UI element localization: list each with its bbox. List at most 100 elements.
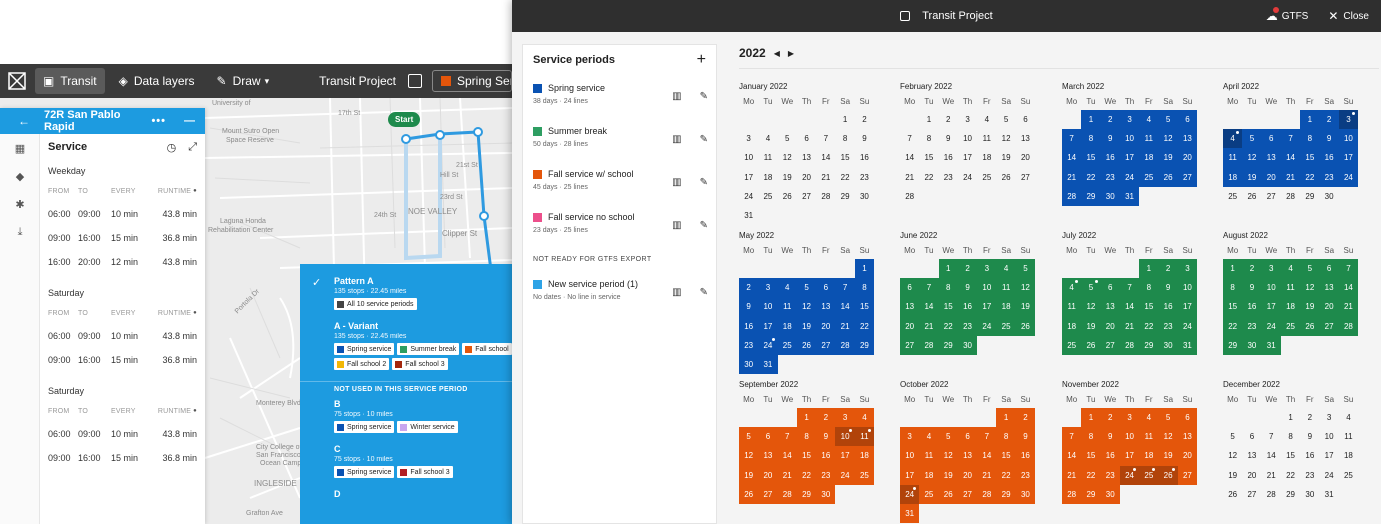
day-cell[interactable]: 1 bbox=[938, 259, 958, 279]
day-cell[interactable]: 18 bbox=[1062, 316, 1082, 336]
prev-year-icon[interactable]: ◀ bbox=[774, 49, 780, 58]
day-cell[interactable]: 17 bbox=[977, 297, 997, 317]
day-cell[interactable]: 22 bbox=[854, 316, 875, 336]
day-cell[interactable]: 16 bbox=[1100, 446, 1120, 466]
day-cell[interactable]: 13 bbox=[1319, 278, 1339, 298]
day-cell[interactable]: 27 bbox=[1177, 167, 1198, 187]
day-cell[interactable]: 21 bbox=[1062, 167, 1082, 187]
day-cell[interactable]: 2 bbox=[1100, 110, 1120, 130]
day-cell[interactable]: 29 bbox=[835, 187, 854, 206]
day-cell[interactable]: 27 bbox=[1319, 316, 1339, 336]
day-cell[interactable]: 4 bbox=[1139, 408, 1159, 428]
day-cell[interactable]: 4 bbox=[919, 427, 939, 447]
service-period-chip[interactable]: Fall school 2 bbox=[334, 358, 390, 370]
service-row[interactable]: 09:00 16:00 15 min 36.8 min bbox=[40, 226, 205, 250]
day-cell[interactable]: 21 bbox=[777, 465, 797, 485]
day-cell[interactable]: 27 bbox=[1262, 187, 1281, 206]
map-icon[interactable]: ▥ bbox=[672, 177, 681, 188]
day-cell[interactable]: 19 bbox=[1015, 297, 1036, 317]
pattern-item[interactable]: ✓ Pattern A 135 stops · 22.45 miles All 10 … bbox=[300, 272, 512, 317]
map-icon[interactable]: ▥ bbox=[672, 287, 681, 298]
service-period-chip[interactable]: Spring service bbox=[334, 421, 395, 433]
day-cell[interactable]: 22 bbox=[1081, 167, 1101, 187]
day-cell[interactable]: 24 bbox=[900, 484, 920, 504]
day-cell[interactable]: 25 bbox=[777, 335, 797, 355]
day-cell[interactable]: 30 bbox=[1319, 187, 1338, 206]
day-cell[interactable]: 15 bbox=[919, 148, 938, 167]
day-cell[interactable]: 20 bbox=[957, 465, 978, 485]
day-cell[interactable]: 26 bbox=[1242, 187, 1261, 206]
day-cell[interactable]: 12 bbox=[1223, 446, 1242, 465]
day-cell[interactable]: 9 bbox=[957, 278, 978, 298]
day-cell[interactable]: 24 bbox=[1338, 167, 1359, 187]
day-cell[interactable]: 11 bbox=[996, 278, 1016, 298]
day-cell[interactable]: 27 bbox=[758, 484, 778, 504]
day-cell[interactable]: 11 bbox=[919, 446, 939, 466]
day-cell[interactable]: 15 bbox=[1223, 297, 1243, 317]
day-cell[interactable]: 31 bbox=[1261, 335, 1281, 355]
day-cell[interactable]: 27 bbox=[900, 335, 920, 355]
day-cell[interactable]: 1 bbox=[1300, 110, 1320, 130]
day-cell[interactable]: 24 bbox=[1261, 316, 1281, 336]
day-cell[interactable]: 24 bbox=[835, 465, 855, 485]
service-row[interactable]: 06:00 09:00 10 min 43.8 min bbox=[40, 202, 205, 226]
day-cell[interactable]: 10 bbox=[1119, 129, 1140, 149]
day-cell[interactable]: 17 bbox=[739, 168, 758, 187]
day-cell[interactable]: 1 bbox=[1223, 259, 1243, 279]
day-cell[interactable]: 10 bbox=[835, 427, 855, 447]
edit-pencil-icon[interactable]: ✎ bbox=[700, 220, 708, 231]
day-cell[interactable]: 19 bbox=[1223, 466, 1242, 485]
day-cell[interactable]: 9 bbox=[1015, 427, 1036, 447]
service-period-chip[interactable]: Fall school bbox=[462, 343, 512, 355]
day-cell[interactable]: 9 bbox=[1100, 427, 1120, 447]
day-cell[interactable]: 29 bbox=[1139, 335, 1159, 355]
day-cell[interactable]: 23 bbox=[1300, 466, 1319, 485]
day-cell[interactable]: 28 bbox=[1262, 485, 1281, 504]
day-cell[interactable]: 14 bbox=[1119, 297, 1140, 317]
day-cell[interactable]: 11 bbox=[854, 427, 875, 447]
day-cell[interactable]: 31 bbox=[758, 354, 778, 375]
day-cell[interactable]: 26 bbox=[1081, 335, 1101, 355]
day-cell[interactable]: 5 bbox=[778, 129, 797, 148]
day-cell[interactable]: 29 bbox=[1300, 187, 1319, 206]
day-cell[interactable]: 14 bbox=[1262, 446, 1281, 465]
day-cell[interactable]: 11 bbox=[1280, 278, 1301, 298]
day-cell[interactable]: 14 bbox=[835, 297, 855, 317]
day-cell[interactable]: 12 bbox=[996, 129, 1015, 148]
day-cell[interactable]: 2 bbox=[1100, 408, 1120, 428]
day-cell[interactable]: 13 bbox=[1177, 129, 1198, 149]
day-cell[interactable]: 28 bbox=[1338, 316, 1359, 336]
day-cell[interactable]: 30 bbox=[1300, 485, 1319, 504]
day-cell[interactable]: 13 bbox=[900, 297, 920, 317]
day-cell[interactable]: 10 bbox=[977, 278, 997, 298]
day-cell[interactable]: 5 bbox=[1081, 278, 1101, 298]
day-cell[interactable]: 1 bbox=[854, 259, 875, 279]
day-cell[interactable]: 19 bbox=[1300, 297, 1320, 317]
day-cell[interactable]: 8 bbox=[1281, 427, 1300, 446]
day-cell[interactable]: 20 bbox=[1100, 316, 1120, 336]
day-cell[interactable]: 25 bbox=[854, 465, 875, 485]
day-cell[interactable]: 13 bbox=[1100, 297, 1120, 317]
day-cell[interactable]: 20 bbox=[758, 465, 778, 485]
day-cell[interactable]: 13 bbox=[1261, 148, 1281, 168]
day-cell[interactable]: 28 bbox=[977, 484, 997, 504]
day-cell[interactable]: 18 bbox=[919, 465, 939, 485]
day-cell[interactable]: 5 bbox=[1223, 427, 1242, 446]
pattern-item[interactable]: B 75 stops · 10 miles Spring service Winter… bbox=[300, 395, 512, 440]
day-cell[interactable]: 21 bbox=[1062, 465, 1082, 485]
day-cell[interactable]: 16 bbox=[739, 316, 759, 336]
day-cell[interactable]: 4 bbox=[1062, 278, 1082, 298]
day-cell[interactable]: 28 bbox=[1281, 187, 1300, 206]
day-cell[interactable]: 15 bbox=[1139, 297, 1159, 317]
day-cell[interactable]: 10 bbox=[1319, 427, 1338, 446]
day-cell[interactable]: 29 bbox=[796, 484, 817, 504]
day-cell[interactable]: 25 bbox=[758, 187, 777, 206]
day-cell[interactable]: 19 bbox=[796, 316, 817, 336]
day-cell[interactable]: 14 bbox=[1280, 148, 1301, 168]
settings-gear-icon[interactable]: ✱ bbox=[0, 190, 40, 218]
day-cell[interactable]: 28 bbox=[1062, 186, 1082, 206]
data-layers-button[interactable]: ◈ Data layers bbox=[111, 68, 203, 94]
day-cell[interactable]: 2 bbox=[1242, 259, 1262, 279]
back-arrow-icon[interactable]: ← bbox=[18, 114, 34, 128]
service-row[interactable]: 06:00 09:00 10 min 43.8 min bbox=[40, 422, 205, 446]
